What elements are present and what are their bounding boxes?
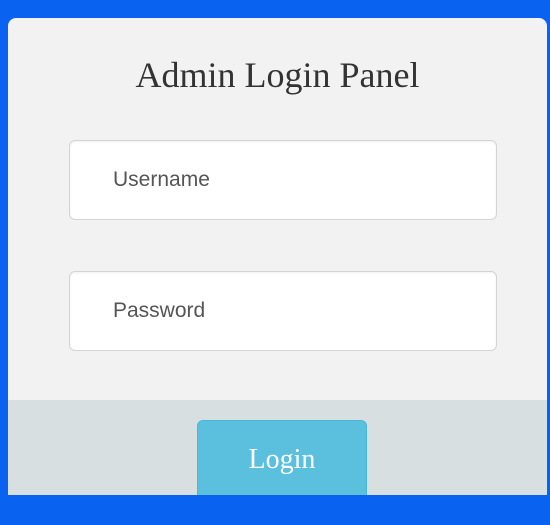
username-input[interactable]	[69, 140, 497, 220]
login-button[interactable]: Login	[197, 420, 367, 495]
panel-footer: Login	[8, 400, 547, 495]
page-background: Admin Login Panel Login	[0, 0, 550, 525]
password-input[interactable]	[69, 271, 497, 351]
admin-login-panel: Admin Login Panel Login	[8, 18, 547, 495]
panel-title: Admin Login Panel	[135, 55, 420, 95]
